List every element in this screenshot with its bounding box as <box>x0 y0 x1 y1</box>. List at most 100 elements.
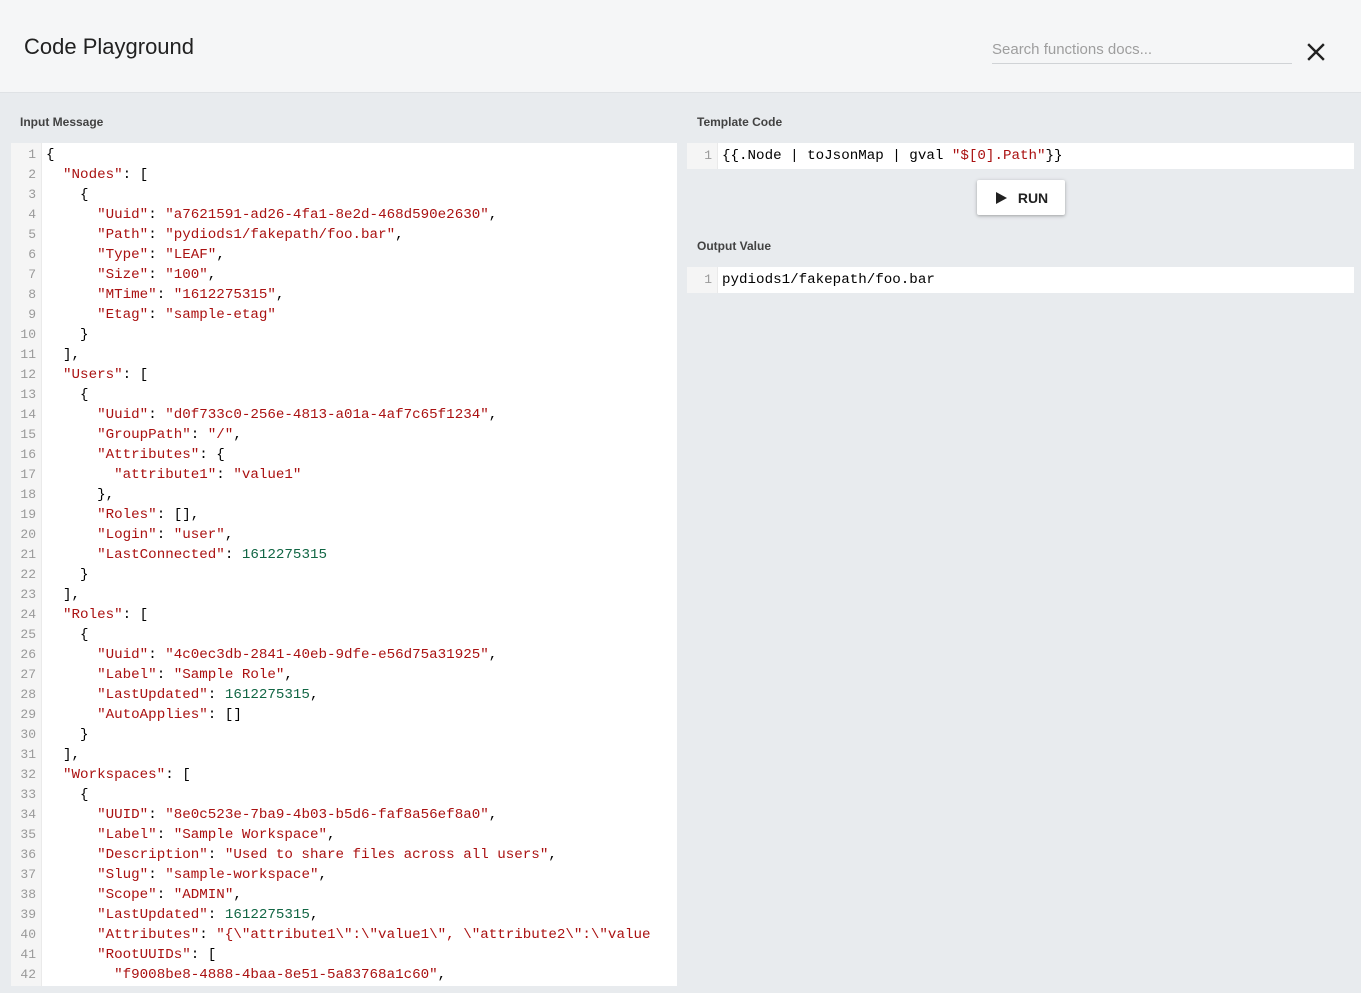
code-punctuation: } <box>46 567 89 583</box>
dialog-header: Code Playground <box>0 0 1361 93</box>
line-number: 25 <box>20 627 36 642</box>
json-number: 1612275315 <box>224 687 310 703</box>
code-line: 2 "Nodes": [ <box>11 165 677 185</box>
code-text: { <box>46 185 89 205</box>
code-line: 14 "Uuid": "d0f733c0-256e-4813-a01a-4af7… <box>11 405 677 425</box>
code-line: 17 "attribute1": "value1" <box>11 465 677 485</box>
json-string: "$[0].Path" <box>951 148 1046 164</box>
code-text: "GroupPath": "/", <box>46 425 242 445</box>
code-punctuation <box>46 807 97 823</box>
input-message-label: Input Message <box>20 115 104 129</box>
code-punctuation: : [ <box>165 767 191 783</box>
line-number: 21 <box>20 547 36 562</box>
dialog-title: Code Playground <box>24 34 195 59</box>
json-string: "ADMIN" <box>173 887 234 903</box>
code-punctuation: , <box>488 207 498 223</box>
json-string: "Sample Role" <box>173 667 285 683</box>
template-code-editor[interactable]: 1 {{.Node | toJsonMap | gval "$[0].Path"}… <box>687 143 1354 169</box>
json-key: "Size" <box>97 267 149 283</box>
code-line: 26 "Uuid": "4c0ec3db-2841-40eb-9dfe-e56d… <box>11 645 677 665</box>
output-value-editor[interactable]: 1 pydiods1/fakepath/foo.bar <box>687 267 1354 293</box>
close-icon[interactable] <box>1302 38 1330 66</box>
json-key: "UUID" <box>97 807 149 823</box>
run-button[interactable]: RUN <box>977 180 1065 215</box>
template-code-label: Template Code <box>697 115 783 129</box>
json-key: "Nodes" <box>63 167 123 183</box>
json-key: "Scope" <box>97 887 157 903</box>
code-punctuation: { <box>46 187 89 203</box>
code-punctuation: , <box>437 967 447 983</box>
code-text: { <box>46 625 89 645</box>
line-number: 27 <box>20 667 36 682</box>
code-line: 39 "LastUpdated": 1612275315, <box>11 905 677 925</box>
code-text: "Uuid": "4c0ec3db-2841-40eb-9dfe-e56d75a… <box>46 645 497 665</box>
code-punctuation <box>46 887 97 903</box>
line-number: 20 <box>20 527 36 542</box>
code-line: 6 "Type": "LEAF", <box>11 245 677 265</box>
json-string: "sample-etag" <box>165 307 276 323</box>
line-number: 41 <box>20 947 36 962</box>
line-number: 30 <box>20 727 36 742</box>
code-punctuation: : <box>190 427 208 443</box>
code-punctuation: , <box>233 887 242 903</box>
code-text: "Size": "100", <box>46 265 216 285</box>
code-text: }, <box>46 485 114 505</box>
code-line: 3 { <box>11 185 677 205</box>
code-punctuation: : <box>199 927 217 943</box>
json-key: "Login" <box>97 527 157 543</box>
json-key: "RootUUIDs" <box>97 947 191 963</box>
json-number: 1612275315 <box>224 907 310 923</box>
code-text: "attribute1": "value1" <box>46 465 301 485</box>
code-punctuation <box>46 687 97 703</box>
code-punctuation: , <box>309 687 319 703</box>
line-number: 39 <box>20 907 36 922</box>
code-punctuation: , <box>488 807 498 823</box>
line-number: 36 <box>20 847 36 862</box>
code-text: "Uuid": "a7621591-ad26-4fa1-8e2d-468d590… <box>46 205 497 225</box>
code-punctuation: , <box>395 227 404 243</box>
code-line: 5 "Path": "pydiods1/fakepath/foo.bar", <box>11 225 677 245</box>
code-line: 36 "Description": "Used to share files a… <box>11 845 677 865</box>
code-punctuation: {{.Node | toJsonMap | gval <box>722 148 952 164</box>
search-docs-input[interactable] <box>992 36 1292 64</box>
code-text: ], <box>46 585 80 605</box>
line-number: 22 <box>20 567 36 582</box>
code-punctuation: : { <box>199 447 225 463</box>
line-number: 13 <box>20 387 36 402</box>
line-number: 15 <box>20 427 36 442</box>
json-key: "Etag" <box>97 307 149 323</box>
code-punctuation: , <box>233 427 242 443</box>
json-string: "d0f733c0-256e-4813-a01a-4af7c65f1234" <box>165 407 489 423</box>
code-punctuation <box>46 847 97 863</box>
code-punctuation: , <box>275 287 285 303</box>
code-punctuation: : [ <box>190 947 217 963</box>
json-key: "Description" <box>97 847 208 863</box>
code-text: "Login": "user", <box>46 525 233 545</box>
json-string: "user" <box>173 527 225 543</box>
line-number: 35 <box>20 827 36 842</box>
code-text: "UUID": "8e0c523e-7ba9-4b03-b5d6-faf8a56… <box>46 805 497 825</box>
code-text: "Slug": "sample-workspace", <box>46 865 327 885</box>
code-text: } <box>46 725 89 745</box>
json-string: "100" <box>165 267 208 283</box>
line-number: 42 <box>20 967 36 982</box>
json-string: "{\"attribute1\":\"value1\", \"attribute… <box>216 927 651 943</box>
code-punctuation: , <box>309 907 319 923</box>
code-text: "Etag": "sample-etag" <box>46 305 276 325</box>
input-message-editor[interactable]: 1{2 "Nodes": [3 {4 "Uuid": "a7621591-ad2… <box>11 143 677 986</box>
code-text: "LastUpdated": 1612275315, <box>46 905 318 925</box>
code-text: "Description": "Used to share files acro… <box>46 845 557 865</box>
code-punctuation: : <box>148 807 166 823</box>
code-punctuation: : <box>148 867 166 883</box>
code-text: } <box>46 325 89 345</box>
code-line: 40 "Attributes": "{\"attribute1\":\"valu… <box>11 925 677 945</box>
code-text: "RootUUIDs": [ <box>46 945 216 965</box>
code-punctuation <box>46 227 97 243</box>
code-punctuation <box>46 247 97 263</box>
code-punctuation: : <box>224 547 242 563</box>
code-line: 33 { <box>11 785 677 805</box>
json-string: "1612275315" <box>173 287 276 303</box>
code-line: 21 "LastConnected": 1612275315 <box>11 545 677 565</box>
code-text: } <box>46 565 89 585</box>
code-line: 9 "Etag": "sample-etag" <box>11 305 677 325</box>
